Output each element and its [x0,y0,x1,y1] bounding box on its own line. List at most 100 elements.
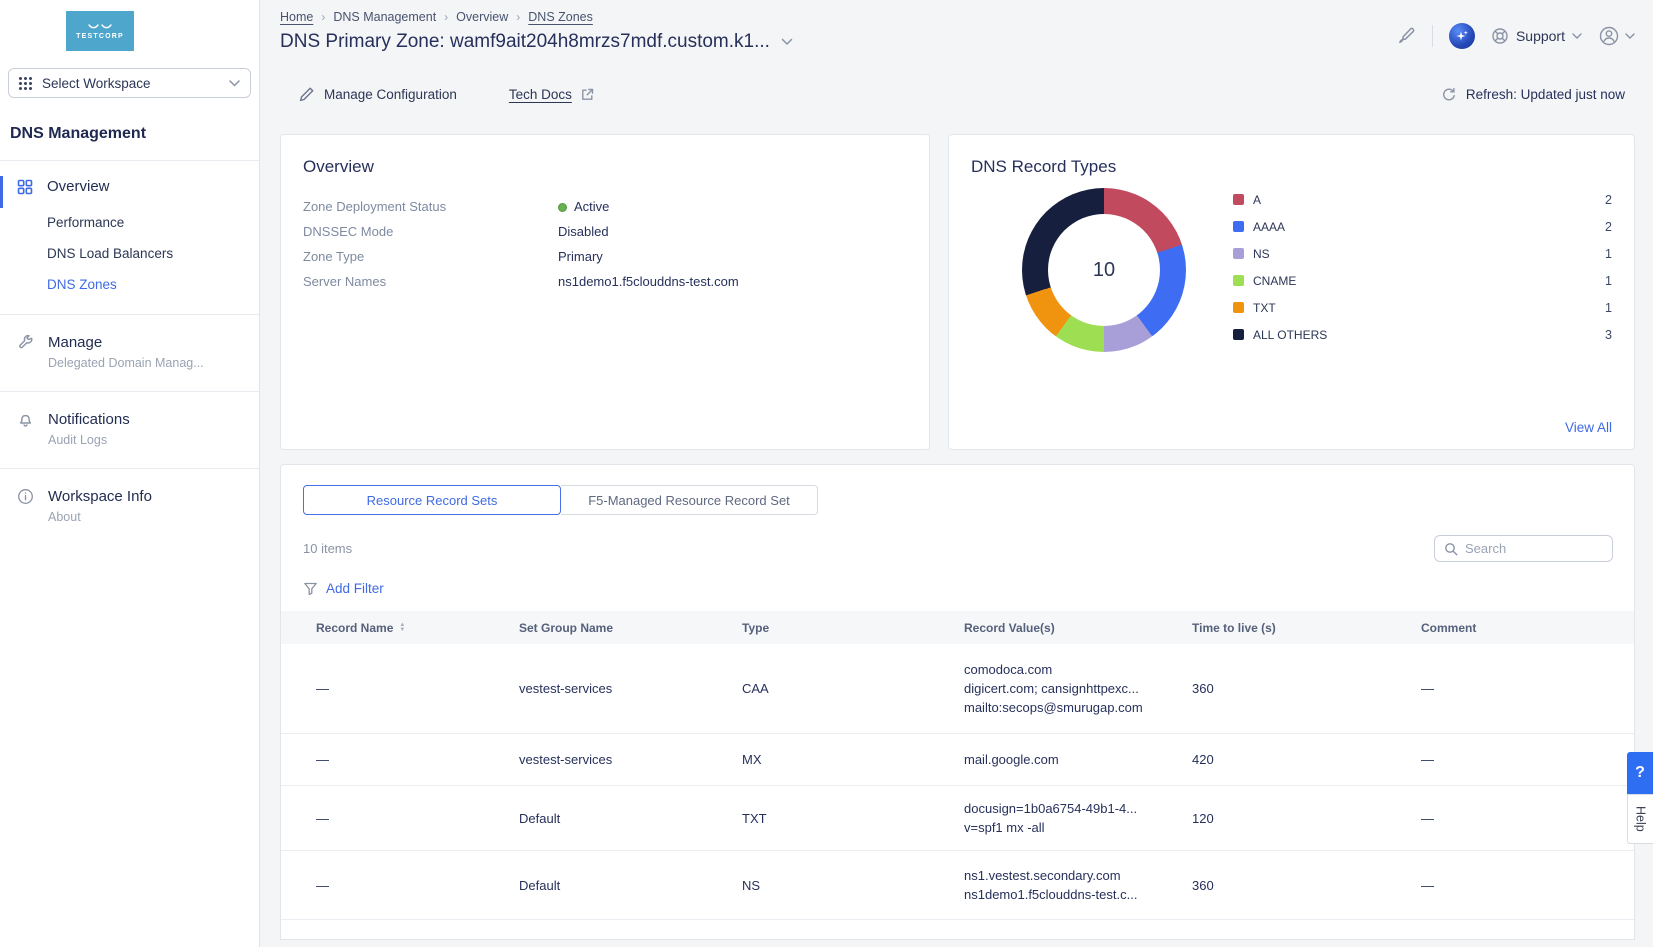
legend-swatch [1233,302,1244,313]
refresh-label: Refresh: Updated just now [1466,87,1625,102]
legend-item: TXT 1 [1233,294,1612,321]
divider [0,160,259,161]
cell-set-group-name: vestest-services [519,752,742,767]
column-header-label: Set Group Name [519,621,613,635]
header-actions: Support [1396,8,1635,49]
table-row[interactable]: —vestest-servicesCAAcomodoca.comdigicert… [281,644,1634,734]
legend-label: NS [1253,247,1270,261]
manage-configuration-label: Manage Configuration [324,87,457,102]
field-value: Active [558,197,609,217]
legend-item: CNAME1 [1233,267,1612,294]
page-title-row: DNS Primary Zone: wamf9ait204h8mrzs7mdf.… [280,31,793,53]
cell-comment: — [1421,752,1634,767]
legend-swatch [1233,275,1244,286]
table-row[interactable]: —DefaultTXTdocusign=1b0a6754-49b1-4...v=… [281,786,1634,851]
overview-card: Overview Zone Deployment StatusActiveDNS… [280,134,930,450]
sidebar-group-subtitle: Audit Logs [48,433,130,447]
records-meta-row: 10 items [281,535,1634,562]
account-menu[interactable] [1598,25,1635,47]
support-label: Support [1516,28,1565,44]
cell-comment: — [1421,878,1634,893]
legend-count: 1 [1605,301,1612,315]
legend-swatch [1233,194,1244,205]
tech-docs-label: Tech Docs [509,87,572,102]
sidebar-item-overview[interactable]: Overview [0,178,259,195]
sidebar-item-label: Overview [47,178,110,195]
table-row[interactable]: —DefaultAAAAdd4d:4444...300— [281,920,1634,947]
tech-docs-link[interactable]: Tech Docs [509,87,572,102]
column-header-record-value-s-: Record Value(s) [964,621,1192,635]
sidebar-item-manage[interactable]: Manage Delegated Domain Manag... [0,334,259,370]
title-chevron-down-icon[interactable] [781,38,793,46]
cell-type: CAA [742,681,964,696]
breadcrumb-item-overview[interactable]: Overview [456,10,508,24]
record-value-line: mailto:secops@smurugap.com [964,698,1192,717]
donut-chart: 10 [1022,188,1186,352]
manage-configuration-button[interactable]: Manage Configuration [298,86,457,103]
sort-icon[interactable]: ▲▼ [399,623,405,633]
field-value-text: Primary [558,247,603,267]
help-tab[interactable]: Help [1627,794,1653,844]
sidebar-section-overview: Overview Performance DNS Load Balancers DN… [0,178,259,292]
tab-resource-record-sets[interactable]: Resource Record Sets [303,485,561,515]
sidebar-item-dns-zones[interactable]: DNS Zones [47,277,259,292]
divider [1432,25,1433,47]
sidebar-item-performance[interactable]: Performance [47,215,259,230]
sidebar-item-dns-load-balancers[interactable]: DNS Load Balancers [47,246,259,261]
grid-icon [17,179,33,195]
chart-legend: A2AAAA2NS1CNAME1TXT1ALL OTHERS3 [1233,186,1612,348]
breadcrumb-item-dns-management[interactable]: DNS Management [333,10,436,24]
record-value-line: comodoca.com [964,660,1192,679]
legend-count: 2 [1605,193,1612,207]
field-value: Disabled [558,222,609,242]
chart-title: DNS Record Types [971,157,1612,177]
breadcrumb-item-home[interactable]: Home [280,10,313,24]
field-value: ns1demo1.f5clouddns-test.com [558,272,739,292]
table-row[interactable]: —vestest-servicesMXmail.google.com420— [281,734,1634,786]
top-bar: Home›DNS Management›Overview›DNS Zones D… [280,0,1635,53]
record-value-line: ns1.vestest.secondary.com [964,866,1192,885]
field-label: Zone Deployment Status [303,197,558,217]
cell-ttl: 420 [1192,752,1421,767]
company-logo[interactable]: TESTCORP [66,11,134,51]
field-value-text: Active [574,197,609,217]
cell-type: NS [742,878,964,893]
search-box [1434,535,1613,562]
legend-count: 3 [1605,328,1612,342]
refresh-button[interactable]: Refresh: Updated just now [1441,87,1635,103]
sidebar-group-subtitle: About [48,510,152,524]
legend-label: TXT [1253,301,1276,315]
sidebar-group-label: Manage [48,334,204,351]
workspace-selector[interactable]: Select Workspace [8,68,251,98]
field-label: Zone Type [303,247,558,267]
column-header-record-name[interactable]: Record Name▲▼ [316,621,519,635]
column-header-label: Record Value(s) [964,621,1055,635]
legend-label: ALL OTHERS [1253,328,1327,342]
cell-record-values: comodoca.comdigicert.com; cansignhttpexc… [964,660,1192,717]
tab-f5-managed-resource-record-set[interactable]: F5-Managed Resource Record Set [561,485,818,515]
help-question-button[interactable]: ? [1627,752,1653,794]
sidebar-group-subtitle: Delegated Domain Manag... [48,356,204,370]
search-input[interactable] [1465,541,1603,556]
ai-assistant-button[interactable] [1449,23,1475,49]
page-title: DNS Primary Zone: wamf9ait204h8mrzs7mdf.… [280,31,770,53]
add-filter-button[interactable]: Add Filter [281,581,384,596]
info-icon [17,488,34,505]
cell-comment: — [1421,811,1634,826]
logo-text: TESTCORP [76,33,124,40]
cell-set-group-name: vestest-services [519,681,742,696]
legend-item: ALL OTHERS 3 [1233,321,1612,348]
view-all-link[interactable]: View All [1565,420,1612,435]
cell-ttl: 120 [1192,811,1421,826]
support-menu[interactable]: Support [1491,27,1582,45]
sidebar-item-workspace-info[interactable]: Workspace InfoAbout [0,488,259,524]
legend-item: AAAA2 [1233,213,1612,240]
cell-type: TXT [742,811,964,826]
breadcrumb-item-dns-zones[interactable]: DNS Zones [528,10,593,24]
chevron-down-icon [1572,33,1582,40]
sidebar-item-notifications[interactable]: NotificationsAudit Logs [0,411,259,447]
table-row[interactable]: —DefaultNSns1.vestest.secondary.comns1de… [281,851,1634,920]
life-ring-icon [1491,27,1509,45]
paintbrush-icon[interactable] [1396,26,1416,46]
cell-set-group-name: Default [519,878,742,893]
